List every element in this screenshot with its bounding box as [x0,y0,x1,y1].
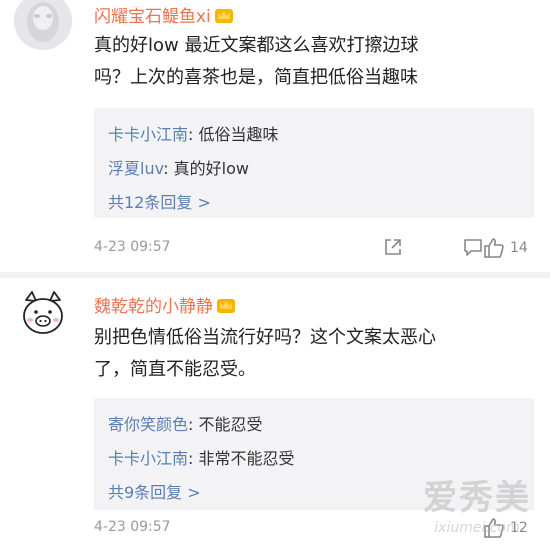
thumbs-up-icon [484,238,504,258]
comment-text-line: 真的好low 最近文案都这么喜欢打擦边球 [94,35,419,56]
username[interactable]: 魏乾乾的小静静 [94,292,235,317]
watermark-url: ixiumei.com [434,520,520,536]
reply-item[interactable]: 浮夏luv: 真的好low [108,152,520,186]
reply-username[interactable]: 浮夏luv [108,159,163,178]
comment-feed: 闪耀宝石鳀鱼xi 真的好low 最近文案都这么喜欢打擦边球 吗？上次的喜茶也是，… [0,0,550,550]
reply-text: 真的好low [173,159,249,178]
reply-separator: : [188,415,199,434]
reply-username[interactable]: 寄你笑颜色 [108,415,188,434]
reply-separator: : [188,449,199,468]
pig-cartoon-avatar-icon [14,284,72,342]
username-text[interactable]: 魏乾乾的小静静 [94,297,213,317]
reply-separator: : [188,125,199,144]
reply-text: 不能忍受 [198,415,263,434]
comment-item: 闪耀宝石鳀鱼xi 真的好low 最近文案都这么喜欢打擦边球 吗？上次的喜茶也是，… [0,0,550,274]
comment-actions: 4-23 09:57 14 [94,234,540,264]
comment-text: 真的好low 最近文案都这么喜欢打擦边球 吗？上次的喜茶也是，简直把低俗当趣味 [94,30,534,94]
crown-badge-icon [217,299,235,313]
timestamp: 4-23 09:57 [94,239,171,255]
username-text[interactable]: 闪耀宝石鳀鱼xi [94,7,211,27]
reply-item[interactable]: 卡卡小江南: 非常不能忍受 [108,442,520,476]
reply-text: 低俗当趣味 [198,125,279,144]
comment-text: 别把色情低俗当流行好吗？这个文案太恶心 了，简直不能忍受。 [94,322,534,386]
user-avatar[interactable] [14,0,72,50]
crown-badge-icon [214,9,233,23]
share-icon [385,239,401,255]
reply-separator: : [163,159,174,178]
user-avatar[interactable] [14,284,72,342]
share-button[interactable] [382,236,404,258]
reply-preview-box[interactable]: 卡卡小江南: 低俗当趣味 浮夏luv: 真的好low 共12条回复 > [94,108,534,218]
timestamp: 4-23 09:57 [94,519,171,535]
like-button[interactable]: 14 [482,236,528,260]
reply-button[interactable] [462,236,484,258]
username[interactable]: 闪耀宝石鳀鱼xi [94,2,233,27]
reply-item[interactable]: 卡卡小江南: 低俗当趣味 [108,118,520,152]
more-replies-link[interactable]: 共12条回复 > [108,186,520,220]
reply-username[interactable]: 卡卡小江南 [108,125,188,144]
watermark-logo-text: 爱秀美 [423,478,531,518]
reply-username[interactable]: 卡卡小江南 [108,449,188,468]
comment-text-line: 别把色情低俗当流行好吗？这个文案太恶心 [94,327,436,348]
reply-item[interactable]: 寄你笑颜色: 不能忍受 [108,408,520,442]
reply-text: 非常不能忍受 [198,449,295,468]
blurred-photo-avatar-icon [14,0,72,50]
comment-text-line: 吗？上次的喜茶也是，简直把低俗当趣味 [94,67,418,88]
site-watermark: 爱秀美 ixiumei.com [404,476,550,550]
comment-icon [464,239,482,256]
comment-text-line: 了，简直不能忍受。 [94,359,256,380]
like-count: 14 [510,240,528,256]
